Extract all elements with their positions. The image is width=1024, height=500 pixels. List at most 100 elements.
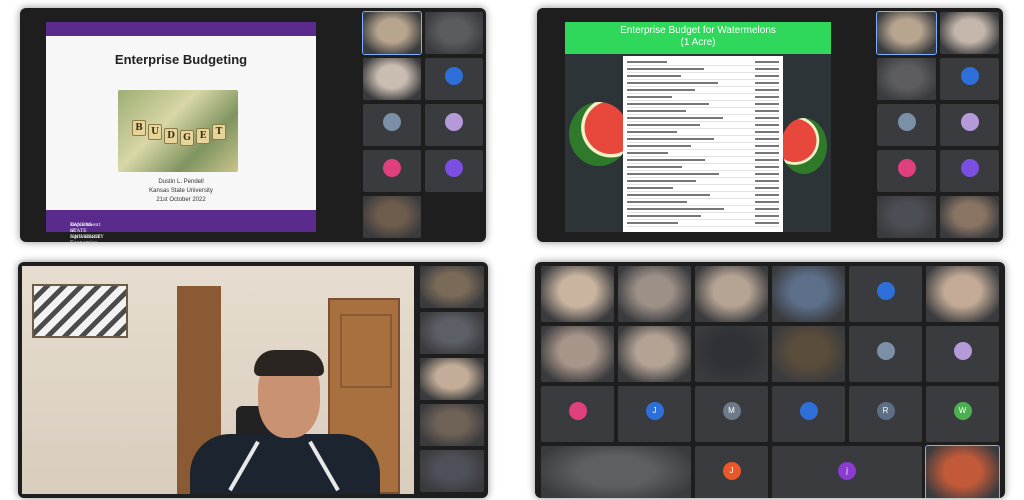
row-label: [627, 145, 691, 147]
participant-video: [618, 266, 691, 322]
budget-image: B U D G E T: [118, 90, 238, 172]
participant-avatar: R: [876, 401, 895, 420]
participant-tile[interactable]: [695, 326, 768, 382]
department-text: Department of Agricultural Economics: [70, 222, 101, 242]
participant-tile[interactable]: M: [695, 386, 768, 442]
row-label: [627, 89, 695, 91]
participant-avatar: [953, 341, 972, 360]
participant-video: [695, 266, 768, 322]
participant-tile[interactable]: [363, 58, 421, 100]
meeting-window-budget-table: Enterprise Budget for Watermelons (1 Acr…: [537, 8, 1003, 242]
participant-tile[interactable]: [926, 326, 999, 382]
participant-gallery: [420, 266, 484, 492]
participant-tile[interactable]: [772, 326, 845, 382]
participant-tile[interactable]: [362, 11, 422, 55]
participant-avatar: [383, 159, 401, 178]
budget-letter: B: [132, 120, 146, 136]
participant-tile[interactable]: [772, 386, 845, 442]
participant-tile[interactable]: [425, 58, 483, 100]
participant-gallery: J M R W Jj: [541, 266, 1000, 498]
participant-tile[interactable]: [877, 104, 936, 146]
participant-tile[interactable]: [695, 266, 768, 322]
participant-tile[interactable]: R: [849, 386, 922, 442]
participant-tile[interactable]: J: [618, 386, 691, 442]
participant-video: [695, 326, 768, 382]
participant-tile[interactable]: [420, 312, 484, 354]
participant-avatar: J: [722, 461, 741, 480]
participant-tile[interactable]: [541, 266, 614, 322]
participant-tile[interactable]: [849, 326, 922, 382]
budget-table-row: [627, 178, 779, 185]
participant-tile[interactable]: [876, 11, 937, 55]
participant-avatar: j: [838, 461, 856, 480]
budget-letter: G: [180, 130, 194, 146]
participant-tile[interactable]: [940, 196, 999, 238]
participant-tile[interactable]: [925, 445, 1000, 498]
row-value: [755, 75, 779, 77]
budget-table-row: [627, 192, 779, 199]
participant-tile[interactable]: [420, 358, 484, 400]
participant-tile[interactable]: [363, 150, 421, 192]
budget-table-row: [627, 59, 779, 66]
row-value: [755, 110, 779, 112]
budget-table-row: [627, 94, 779, 101]
participant-avatar: [799, 401, 818, 420]
row-value: [755, 187, 779, 189]
participant-tile[interactable]: [940, 58, 999, 100]
row-label: [627, 138, 714, 140]
participant-avatar: [445, 67, 463, 86]
participant-gallery: [876, 11, 999, 238]
participant-tile[interactable]: j: [772, 446, 922, 498]
participant-video: [363, 12, 421, 54]
row-value: [755, 89, 779, 91]
participant-tile[interactable]: [363, 196, 421, 238]
participant-tile[interactable]: [420, 404, 484, 446]
speaker-hair: [254, 350, 324, 376]
participant-video: [926, 266, 999, 322]
slide-header-bar: [46, 22, 316, 36]
slide-university: Kansas State University: [149, 188, 213, 194]
participant-tile[interactable]: J: [695, 446, 768, 498]
budget-table-row: [627, 87, 779, 94]
participant-tile[interactable]: [420, 450, 484, 492]
budget-table-row: [627, 80, 779, 87]
participant-tile[interactable]: [772, 266, 845, 322]
participant-tile[interactable]: [618, 326, 691, 382]
participant-tile[interactable]: [618, 266, 691, 322]
budget-table-row: [627, 164, 779, 171]
row-value: [755, 180, 779, 182]
participant-tile[interactable]: [940, 150, 999, 192]
participant-video: [926, 446, 999, 498]
participant-tile[interactable]: [425, 104, 483, 146]
slide-title: Enterprise Budget for Watermelons: [620, 25, 776, 36]
row-label: [627, 103, 709, 105]
participant-tile[interactable]: [877, 58, 936, 100]
participant-tile[interactable]: [877, 196, 936, 238]
university-logo-text: KANSAS STATE UNIVERSITY Department of Ag…: [58, 216, 104, 242]
participant-tile[interactable]: [541, 446, 691, 498]
participant-tile[interactable]: [940, 104, 999, 146]
row-label: [627, 166, 682, 168]
row-value: [755, 131, 779, 133]
row-label: [627, 117, 723, 119]
participant-tile[interactable]: [420, 266, 484, 308]
participant-tile[interactable]: [849, 266, 922, 322]
budget-letter: D: [164, 128, 178, 144]
participant-tile[interactable]: [425, 150, 483, 192]
row-value: [755, 208, 779, 210]
participant-tile[interactable]: [541, 386, 614, 442]
participant-tile[interactable]: [940, 12, 999, 54]
slide-author: Dustin L. Pendell: [158, 179, 204, 185]
participant-tile[interactable]: [926, 266, 999, 322]
presentation-slide: Enterprise Budgeting B U D G E T Dustin …: [46, 22, 316, 242]
participant-tile[interactable]: [541, 326, 614, 382]
participant-tile[interactable]: [877, 150, 936, 192]
participant-tile[interactable]: W: [926, 386, 999, 442]
video-call-collage: Enterprise Budgeting B U D G E T Dustin …: [0, 0, 1024, 500]
row-label: [627, 152, 668, 154]
participant-tile[interactable]: [425, 12, 483, 54]
row-label: [627, 75, 681, 77]
participant-tile[interactable]: [363, 104, 421, 146]
row-value: [755, 194, 779, 196]
row-label: [627, 61, 667, 63]
